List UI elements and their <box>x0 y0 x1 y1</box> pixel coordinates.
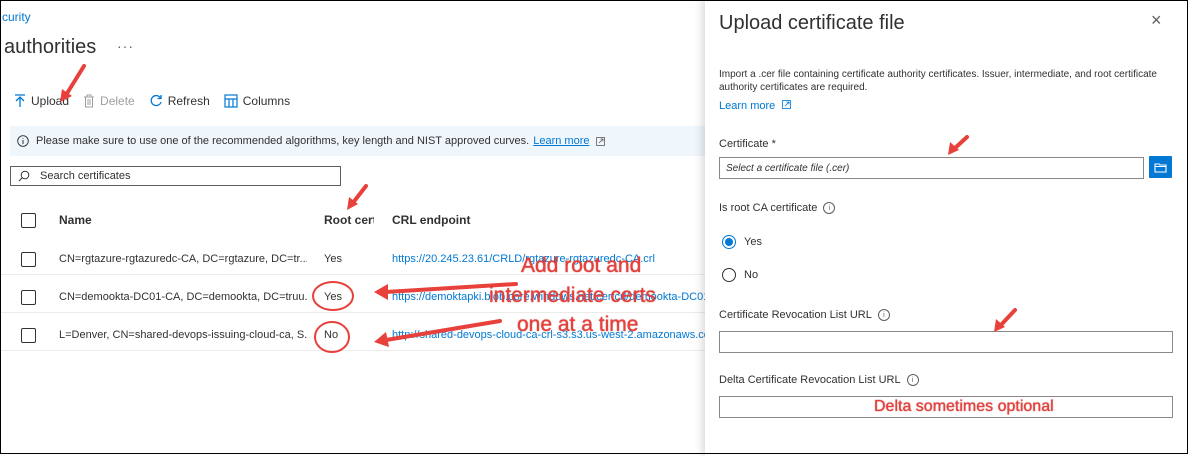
screenshot-border <box>0 0 1188 454</box>
